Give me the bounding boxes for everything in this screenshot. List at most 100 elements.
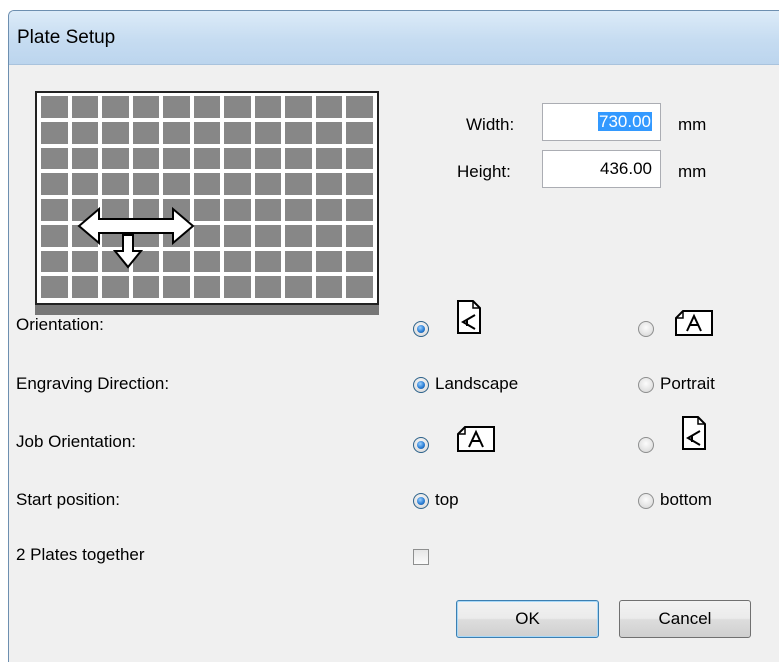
- plate-cell: [346, 147, 373, 170]
- engraving-landscape-radio[interactable]: [413, 377, 429, 393]
- engraving-landscape-label[interactable]: Landscape: [435, 374, 518, 394]
- plate-cell: [254, 96, 282, 118]
- plate-cell: [71, 121, 99, 144]
- plate-cell: [285, 276, 312, 298]
- width-value: 730.00: [598, 112, 652, 131]
- engraving-portrait-radio[interactable]: [638, 377, 654, 393]
- plate-cell: [163, 121, 190, 144]
- plate-cell: [315, 250, 343, 273]
- title-bar[interactable]: Plate Setup: [9, 11, 779, 65]
- plate-cell: [315, 276, 343, 298]
- plate-cell: [41, 276, 68, 298]
- plate-preview: [35, 91, 379, 305]
- width-unit: mm: [678, 115, 707, 134]
- orientation-portrait-radio[interactable]: [413, 321, 429, 337]
- plate-cell: [254, 250, 282, 273]
- orientation-landscape-radio[interactable]: [638, 321, 654, 337]
- plate-cell: [41, 121, 68, 144]
- plate-cell: [254, 276, 282, 298]
- landscape-page-icon[interactable]: [456, 425, 496, 453]
- plate-cell: [193, 147, 221, 170]
- job-orientation-landscape-radio[interactable]: [413, 437, 429, 453]
- plate-cell: [254, 173, 282, 195]
- plate-cell: [102, 173, 129, 195]
- engraving-direction-arrow-icon: [77, 206, 195, 269]
- plate-cell: [71, 173, 99, 195]
- plate-cell: [285, 224, 312, 247]
- two-plates-label: 2 Plates together: [16, 545, 145, 564]
- plate-cell: [224, 224, 251, 247]
- plate-cell: [346, 96, 373, 118]
- plate-cell: [224, 121, 251, 144]
- plate-cell: [315, 173, 343, 195]
- plate-cell: [224, 250, 251, 273]
- plate-cell: [71, 96, 99, 118]
- plate-cell: [254, 224, 282, 247]
- plate-cell: [193, 96, 221, 118]
- job-orientation-label: Job Orientation:: [16, 432, 137, 451]
- plate-cell: [224, 173, 251, 195]
- plate-cell: [315, 199, 343, 221]
- plate-cell: [41, 96, 68, 118]
- landscape-page-icon[interactable]: [674, 309, 714, 337]
- plate-cell: [41, 147, 68, 170]
- engraving-direction-label: Engraving Direction:: [16, 374, 170, 393]
- plate-cell: [285, 96, 312, 118]
- plate-cell: [41, 224, 68, 247]
- plate-cell: [315, 147, 343, 170]
- two-plates-checkbox[interactable]: [413, 549, 429, 565]
- plate-preview-shadow: [35, 305, 379, 315]
- start-position-label: Start position:: [16, 490, 120, 509]
- height-value: 436.00: [600, 159, 652, 178]
- plate-cell: [346, 276, 373, 298]
- plate-cell: [285, 121, 312, 144]
- portrait-page-icon[interactable]: [456, 299, 482, 335]
- plate-cell: [163, 96, 190, 118]
- plate-cell: [224, 147, 251, 170]
- plate-cell: [346, 250, 373, 273]
- plate-cell: [102, 121, 129, 144]
- height-input[interactable]: 436.00: [542, 150, 661, 188]
- plate-cell: [346, 173, 373, 195]
- plate-cell: [102, 96, 129, 118]
- plate-cell: [346, 199, 373, 221]
- width-label: Width:: [466, 115, 515, 134]
- plate-cell: [224, 199, 251, 221]
- ok-button[interactable]: OK: [456, 600, 599, 638]
- plate-cell: [254, 147, 282, 170]
- plate-cell: [346, 121, 373, 144]
- plate-cell: [163, 147, 190, 170]
- cancel-button[interactable]: Cancel: [619, 600, 751, 638]
- plate-cell: [346, 224, 373, 247]
- plate-cell: [285, 250, 312, 273]
- plate-cell: [254, 121, 282, 144]
- start-top-radio[interactable]: [413, 493, 429, 509]
- plate-cell: [224, 276, 251, 298]
- plate-cell: [132, 173, 160, 195]
- start-top-label[interactable]: top: [435, 490, 459, 510]
- portrait-page-icon[interactable]: [681, 415, 707, 451]
- engraving-portrait-label[interactable]: Portrait: [660, 374, 715, 394]
- plate-cell: [102, 147, 129, 170]
- plate-cell: [285, 173, 312, 195]
- job-orientation-portrait-radio[interactable]: [638, 437, 654, 453]
- plate-cell: [315, 96, 343, 118]
- plate-cell: [132, 147, 160, 170]
- orientation-label: Orientation:: [16, 315, 104, 334]
- start-bottom-radio[interactable]: [638, 493, 654, 509]
- plate-cell: [315, 224, 343, 247]
- plate-cell: [254, 199, 282, 221]
- plate-cell: [193, 121, 221, 144]
- dialog-title: Plate Setup: [17, 27, 116, 48]
- plate-cell: [71, 147, 99, 170]
- start-bottom-label[interactable]: bottom: [660, 490, 712, 510]
- dialog-body: Width: 730.00 mm Height: 436.00 mm Orien…: [9, 65, 779, 662]
- plate-cell: [132, 121, 160, 144]
- plate-cell: [285, 147, 312, 170]
- height-unit: mm: [678, 162, 707, 181]
- height-label: Height:: [457, 162, 511, 181]
- width-input[interactable]: 730.00: [542, 103, 661, 141]
- plate-cell: [132, 96, 160, 118]
- plate-cell: [41, 199, 68, 221]
- plate-cell: [41, 250, 68, 273]
